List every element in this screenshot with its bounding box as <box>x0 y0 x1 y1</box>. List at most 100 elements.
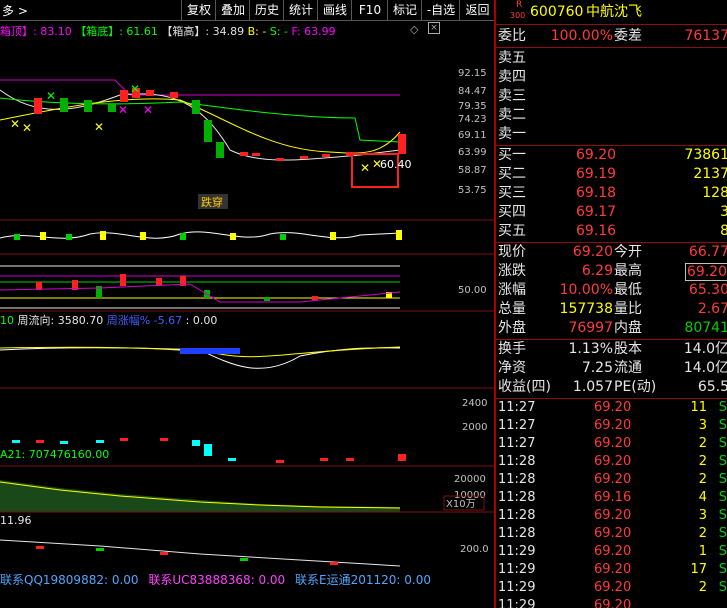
buy-marker: ✕ <box>360 161 370 175</box>
tick-side: S <box>718 508 727 523</box>
stat-label: 最高 <box>614 263 642 279</box>
quote-panel: R 300 600760 中航沈飞 委比 100.00% 委差 76137 卖五… <box>494 0 727 608</box>
volume-bar <box>160 438 168 441</box>
toolbar-button-tongji[interactable]: 统计 <box>283 0 318 20</box>
flow-bar <box>180 348 240 354</box>
oscillator-bar <box>66 234 72 240</box>
candle <box>322 154 330 157</box>
ask-row-2: 卖二 <box>496 106 727 125</box>
oscillator-line <box>0 231 401 239</box>
flow-legend: 10 周流向: 3580.70 周涨幅% -5.67 : 0.00 <box>0 312 217 328</box>
tick-volume: 2 <box>698 580 707 595</box>
oscillator-bar <box>140 232 146 240</box>
stat-label: 量比 <box>614 301 642 317</box>
tick-side: S <box>718 472 727 487</box>
candle <box>108 104 116 112</box>
tick-row: 11:29 69.20 2 S <box>496 579 727 597</box>
bid-label: 买三 <box>498 185 526 201</box>
quote-header: R 300 600760 中航沈飞 <box>496 1 727 22</box>
stat-value: 10.00% <box>559 282 613 298</box>
stat-value: 6.29 <box>581 263 613 279</box>
oscillator-bar <box>100 231 106 240</box>
buy-marker: ✕ <box>22 121 32 135</box>
tick-price: 69.20 <box>594 526 632 541</box>
toolbar-button-huaxian[interactable]: 画线 <box>317 0 352 20</box>
tick-price: 69.20 <box>594 508 632 523</box>
bid-price: 69.19 <box>576 166 617 182</box>
toolbar-button-diejia[interactable]: 叠加 <box>215 0 250 20</box>
candle <box>170 92 178 98</box>
bottom-bar <box>36 546 44 549</box>
candle <box>120 90 128 102</box>
stat-label: 总量 <box>498 301 526 317</box>
bid-row-2[interactable]: 买二 69.19 2137 <box>496 165 727 184</box>
toolbar-button-biaoji[interactable]: 标记 <box>387 0 422 20</box>
status-item[interactable]: 联系E运通201120: 0.00 <box>295 573 431 587</box>
tick-side: S <box>718 526 727 541</box>
badge-bottom: 300 <box>510 11 526 20</box>
candle <box>240 152 248 156</box>
buy-marker: ✕ <box>10 117 20 131</box>
macd-bar <box>120 274 126 286</box>
toolbar-button-zixuan[interactable]: -自选 <box>421 0 460 20</box>
stat-row-change: 涨跌 6.29 最高 69.20 <box>496 262 727 281</box>
oscillator-bar <box>40 232 46 240</box>
weicha-value: 76137 <box>684 28 727 44</box>
price-axis: 92.15 84.47 79.35 74.23 69.11 63.99 58.8… <box>458 68 487 196</box>
fund-value: 65.5 <box>697 379 727 395</box>
toolbar-button-fanhui[interactable]: 返回 <box>459 0 495 20</box>
sell-marker: ✕ <box>130 82 140 96</box>
bid-volume: 128 <box>702 185 727 201</box>
toolbar-left-label[interactable]: 多 > <box>2 2 28 19</box>
candle <box>252 153 260 156</box>
bottom-line <box>0 539 401 567</box>
bid-volume: 2137 <box>693 166 727 182</box>
marker-magenta: ✕ <box>143 103 153 117</box>
ask-row-5: 卖五 <box>496 49 727 68</box>
toolbar-button-f10[interactable]: F10 <box>351 0 388 20</box>
tick-list[interactable]: 11:27 69.20 11 S 11:27 69.20 3 S 11:27 69.20 2 S … <box>496 399 727 608</box>
status-bar: 联系QQ19809882: 0.00 联系UC83888368: 0.00 联系… <box>0 571 494 587</box>
bid-label: 买二 <box>498 166 526 182</box>
tick-price: 69.20 <box>594 544 632 559</box>
toolbar-button-fuquan[interactable]: 复权 <box>181 0 216 20</box>
stat-value: 66.77 <box>688 244 727 260</box>
tick-volume: 17 <box>690 562 707 577</box>
flow-legend-label: 周流向: 3580.70 <box>17 314 104 327</box>
bid-row-1[interactable]: 买一 69.20 73861 <box>496 146 727 165</box>
macd-bars <box>36 274 392 301</box>
tick-time: 11:29 <box>498 544 536 559</box>
candle <box>276 158 284 161</box>
tick-price: 69.20 <box>594 418 632 433</box>
amount-axis-label: 20000 <box>454 474 486 485</box>
bottom-bar <box>240 558 248 561</box>
stat-label: 内盘 <box>614 320 642 336</box>
stat-label: 今开 <box>614 244 642 260</box>
candle <box>192 100 200 114</box>
tick-volume: 4 <box>698 490 707 505</box>
fund-value: 7.25 <box>581 360 613 376</box>
status-item[interactable]: 联系QQ19809882: 0.00 <box>0 573 139 587</box>
candle <box>84 100 92 112</box>
fund-label: 净资 <box>498 360 526 376</box>
stat-value: 69.20 <box>572 244 613 260</box>
bid-price: 69.16 <box>576 223 617 239</box>
volume-bar <box>96 440 104 443</box>
ask-label: 卖二 <box>498 107 526 123</box>
bid-row-5[interactable]: 买五 69.16 8 <box>496 222 727 241</box>
oscillator-bar <box>280 234 286 240</box>
tick-row: 11:27 69.20 3 S <box>496 417 727 435</box>
bid-row-3[interactable]: 买三 69.18 128 <box>496 184 727 203</box>
bid-row-4[interactable]: 买四 69.17 3 <box>496 203 727 222</box>
chart-area[interactable]: 多 > 复权 叠加 历史 统计 画线 F10 标记 -自选 返回 箱顶】: 83… <box>0 0 494 608</box>
tick-price: 69.20 <box>594 400 632 415</box>
stat-label: 现价 <box>498 244 526 260</box>
volume-axis-label: 2000 <box>462 422 487 433</box>
bid-label: 买四 <box>498 204 526 220</box>
toolbar-button-lishi[interactable]: 历史 <box>249 0 284 20</box>
weibi-label: 委比 <box>498 28 526 44</box>
tick-price: 69.16 <box>594 490 632 505</box>
status-item[interactable]: 联系UC83888368: 0.00 <box>148 573 285 587</box>
price-label: 58.87 <box>458 165 487 176</box>
tick-side: S <box>718 580 727 595</box>
